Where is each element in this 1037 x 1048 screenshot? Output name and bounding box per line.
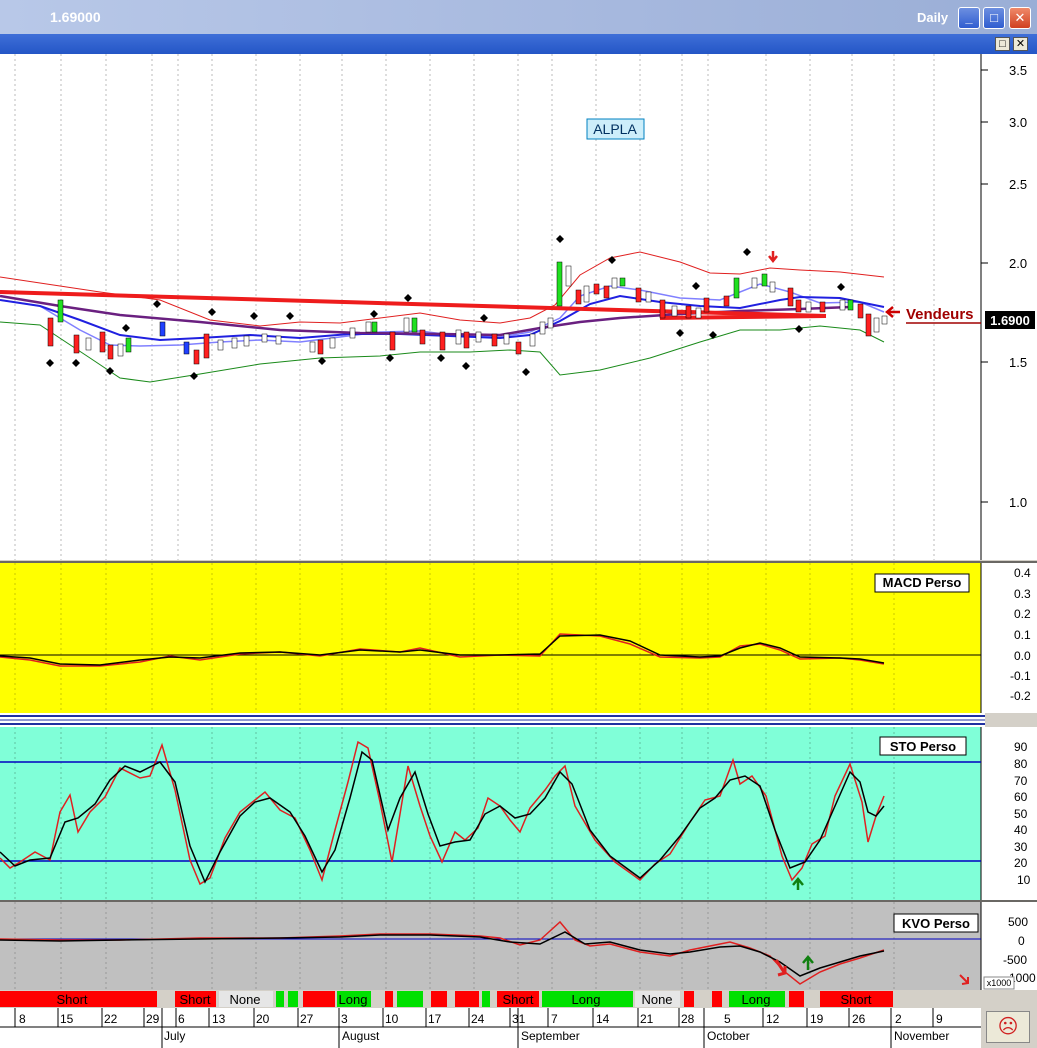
macd-label: MACD Perso bbox=[883, 575, 962, 590]
signal-label: Long bbox=[339, 992, 368, 1007]
kvo-panel[interactable] bbox=[0, 902, 981, 990]
date-day: 28 bbox=[681, 1012, 695, 1026]
date-day: 8 bbox=[19, 1012, 26, 1026]
kvo-tick: 500 bbox=[1008, 915, 1028, 929]
date-day: 12 bbox=[766, 1012, 780, 1026]
kvo-label: KVO Perso bbox=[902, 916, 970, 931]
macd-tick: -0.1 bbox=[1010, 669, 1031, 683]
date-day: 22 bbox=[104, 1012, 118, 1026]
date-day: 10 bbox=[385, 1012, 399, 1026]
date-month: November bbox=[894, 1029, 949, 1043]
sto-tick: 10 bbox=[1017, 873, 1031, 887]
kvo-tick: 0 bbox=[1018, 934, 1025, 948]
sto-tick: 40 bbox=[1014, 823, 1028, 837]
date-day: 17 bbox=[428, 1012, 442, 1026]
signal-label: Long bbox=[742, 992, 771, 1007]
date-day: 31 bbox=[512, 1012, 526, 1026]
date-month: September bbox=[521, 1029, 580, 1043]
price-tick: 3.5 bbox=[1009, 63, 1027, 78]
signal-label: Short bbox=[179, 992, 210, 1007]
sto-label: STO Perso bbox=[890, 739, 956, 754]
support-line bbox=[659, 314, 827, 320]
date-month: August bbox=[342, 1029, 380, 1043]
date-day: 5 bbox=[724, 1012, 731, 1026]
sto-tick: 20 bbox=[1014, 856, 1028, 870]
sto-tick: 60 bbox=[1014, 790, 1028, 804]
date-day: 9 bbox=[936, 1012, 943, 1026]
macd-tick: 0.0 bbox=[1014, 649, 1031, 663]
symbol-label: ALPLA bbox=[593, 121, 637, 137]
kvo-multiplier: x1000 bbox=[987, 978, 1012, 988]
price-tick: 2.5 bbox=[1009, 177, 1027, 192]
price-tick: 1.0 bbox=[1009, 495, 1027, 510]
date-day: 3 bbox=[341, 1012, 348, 1026]
sto-tick: 50 bbox=[1014, 807, 1028, 821]
date-day: 27 bbox=[300, 1012, 314, 1026]
macd-tick: 0.4 bbox=[1014, 566, 1031, 580]
macd-tick: -0.2 bbox=[1010, 689, 1031, 703]
kvo-tick: -500 bbox=[1003, 953, 1027, 967]
date-day: 14 bbox=[596, 1012, 610, 1026]
macd-tick: 0.3 bbox=[1014, 587, 1031, 601]
vendeurs-label: Vendeurs bbox=[906, 306, 974, 323]
chart-area: 3.5 3.0 2.5 2.0 1.5 1.0 ALPLA Vendeurs 1… bbox=[0, 54, 1037, 1048]
price-tick: 3.0 bbox=[1009, 115, 1027, 130]
date-day: 21 bbox=[640, 1012, 654, 1026]
date-day: 19 bbox=[810, 1012, 824, 1026]
price-tick: 1.5 bbox=[1009, 355, 1027, 370]
date-month: July bbox=[164, 1029, 185, 1043]
status-face-icon[interactable]: ☹ bbox=[986, 1011, 1030, 1043]
date-day: 7 bbox=[551, 1012, 558, 1026]
date-day: 26 bbox=[852, 1012, 866, 1026]
macd-tick: 0.1 bbox=[1014, 628, 1031, 642]
signal-label: None bbox=[229, 992, 260, 1007]
signal-label: Short bbox=[840, 992, 871, 1007]
date-day: 13 bbox=[212, 1012, 226, 1026]
macd-panel[interactable] bbox=[0, 563, 981, 713]
macd-tick: 0.2 bbox=[1014, 607, 1031, 621]
date-day: 24 bbox=[471, 1012, 485, 1026]
last-price-value: 1.6900 bbox=[990, 313, 1030, 328]
signal-label: Short bbox=[56, 992, 87, 1007]
sto-tick: 80 bbox=[1014, 757, 1028, 771]
date-day: 6 bbox=[178, 1012, 185, 1026]
sto-tick: 90 bbox=[1014, 740, 1028, 754]
signal-label: Long bbox=[572, 992, 601, 1007]
signal-label: Short bbox=[502, 992, 533, 1007]
date-day: 20 bbox=[256, 1012, 270, 1026]
date-month: October bbox=[707, 1029, 750, 1043]
signal-label: None bbox=[641, 992, 672, 1007]
date-day: 2 bbox=[895, 1012, 902, 1026]
date-day: 29 bbox=[146, 1012, 160, 1026]
sto-tick: 70 bbox=[1014, 774, 1028, 788]
sto-tick: 30 bbox=[1014, 840, 1028, 854]
sto-panel[interactable] bbox=[0, 727, 981, 900]
date-day: 15 bbox=[60, 1012, 74, 1026]
price-tick: 2.0 bbox=[1009, 256, 1027, 271]
